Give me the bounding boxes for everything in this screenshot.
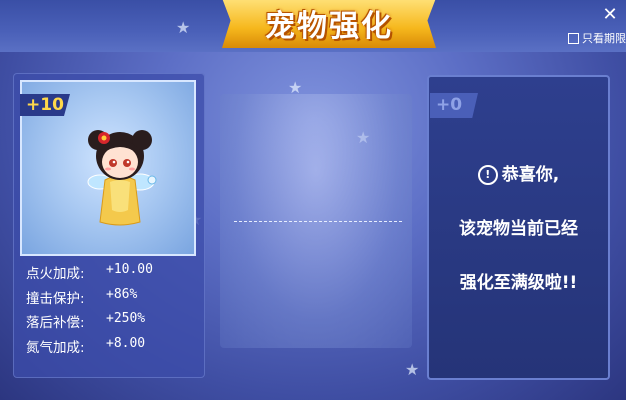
pet-enhance-window: 宠物强化 ✕ 只看期限 ★ ★ ★ ★ ★ +10 <box>0 0 626 400</box>
stat-value: +86% <box>106 286 138 302</box>
title-banner: 宠物强化 <box>222 0 436 48</box>
pet-card[interactable]: +10 <box>20 80 196 256</box>
stat-name: 氮气加成: <box>26 339 85 356</box>
star-decoration-icon: ★ <box>176 18 191 37</box>
stat-row: 氮气加成: +8.00 <box>26 336 153 361</box>
expiry-filter[interactable]: 只看期限 <box>568 30 626 46</box>
window-title: 宠物强化 <box>265 9 393 44</box>
star-decoration-icon: ★ <box>405 360 420 379</box>
stat-name: 落后补偿: <box>26 315 85 331</box>
pet-stats: 点火加成: +10.00 撞击保护: +86% 落后补偿: +250% 氮气加成… <box>26 262 153 360</box>
stat-name: 撞击保护: <box>26 290 85 307</box>
alert-icon: ! <box>477 165 498 185</box>
stat-row: 点火加成: +10.00 <box>26 262 153 287</box>
stat-value: +250% <box>106 311 146 326</box>
stat-row: 撞击保护: +86% <box>26 287 153 312</box>
pet-portrait-icon <box>87 130 157 226</box>
message-line-2: 该宠物当前已经 <box>459 219 578 239</box>
message-line-1: ! 恭喜你, <box>427 160 610 185</box>
stat-name: 点火加成: <box>26 266 85 282</box>
message-line-3: 强化至满级啦!! <box>459 273 578 293</box>
result-level-badge: +0 <box>430 93 478 118</box>
stat-value: +8.00 <box>106 335 146 351</box>
max-level-message: ! 恭喜你, 该宠物当前已经 强化至满级啦!! <box>427 160 610 322</box>
pet-level-badge: +10 <box>20 94 70 116</box>
expiry-filter-checkbox[interactable] <box>568 32 579 44</box>
close-button[interactable]: ✕ <box>600 5 620 25</box>
progress-divider <box>234 221 402 222</box>
expiry-filter-label: 只看期限 <box>582 32 626 45</box>
stat-row: 落后补偿: +250% <box>26 311 153 336</box>
message-line-1-text: 恭喜你, <box>501 165 560 185</box>
stat-value: +10.00 <box>106 262 153 277</box>
